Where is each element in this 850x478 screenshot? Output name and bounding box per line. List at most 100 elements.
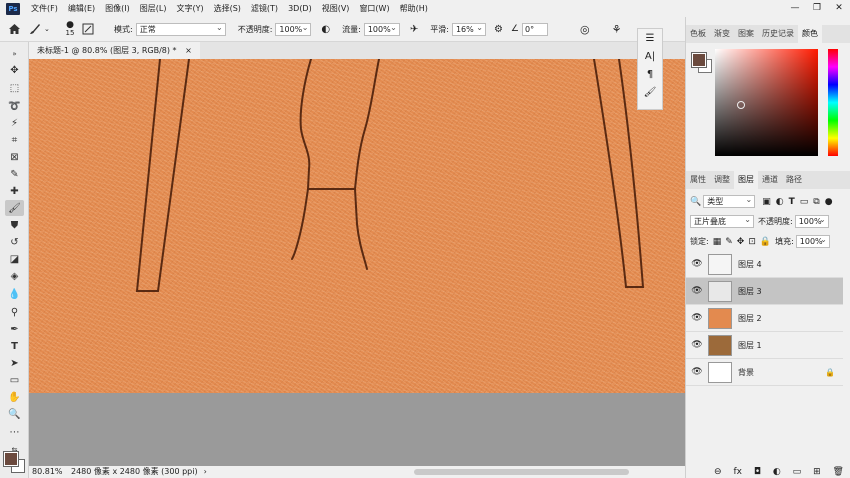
smoothing-gear-icon[interactable]: ⚙	[494, 24, 503, 35]
zoom-level[interactable]: 80.81%	[32, 466, 68, 478]
symmetry-icon[interactable]: ⚘	[612, 23, 622, 36]
visibility-eye-icon[interactable]: 👁	[686, 313, 708, 323]
tab-color[interactable]: 颜色	[798, 25, 822, 43]
clone-stamp-tool-icon[interactable]: ⛊	[5, 217, 24, 233]
new-layer-icon[interactable]: ⊞	[813, 467, 821, 477]
eraser-tool-icon[interactable]: ◪	[5, 251, 24, 267]
menu-file[interactable]: 文件(F)	[26, 0, 63, 17]
paint-bucket-tool-icon[interactable]: ◈	[5, 268, 24, 284]
tab-adjustments[interactable]: 调整	[710, 171, 734, 189]
home-icon[interactable]	[0, 23, 28, 35]
layer-row-2[interactable]: 👁 图层 2	[686, 305, 843, 332]
brush-size-picker[interactable]: ● 15	[58, 21, 82, 38]
hand-tool-icon[interactable]: ✋	[5, 389, 24, 405]
restore-button[interactable]: ❐	[806, 0, 828, 17]
lock-all-icon[interactable]: 🔒	[760, 237, 771, 247]
eyedropper-tool-icon[interactable]: ✎	[5, 166, 24, 182]
mode-dropdown[interactable]: 正常	[135, 22, 226, 36]
pen-tool-icon[interactable]: ✒	[5, 321, 24, 337]
layer-row-4[interactable]: 👁 图层 4	[686, 251, 843, 278]
zoom-tool-icon[interactable]: 🔍	[5, 406, 24, 422]
more-tools-icon[interactable]: ⋯	[5, 424, 24, 440]
brush-settings-panel-icon[interactable]: 🖌	[638, 83, 662, 101]
layer-row-3[interactable]: 👁 图层 3	[686, 278, 843, 305]
fill-dropdown[interactable]: 100%	[795, 234, 830, 248]
crop-tool-icon[interactable]: ⌗	[5, 132, 24, 148]
visibility-eye-icon[interactable]: 👁	[686, 340, 708, 350]
menu-select[interactable]: 选择(S)	[209, 0, 246, 17]
tab-properties[interactable]: 属性	[686, 171, 710, 189]
move-tool-icon[interactable]: ✥	[5, 62, 24, 78]
blend-mode-dropdown[interactable]: 正片叠底	[690, 214, 754, 228]
menu-type[interactable]: 文字(Y)	[171, 0, 208, 17]
dodge-tool-icon[interactable]: ⚲	[5, 304, 24, 320]
filter-shape-icon[interactable]: ▭	[800, 197, 809, 207]
link-layers-icon[interactable]: ⊖	[714, 467, 722, 477]
tab-layers[interactable]: 图层	[734, 171, 758, 189]
layer-row-1[interactable]: 👁 图层 1	[686, 332, 843, 359]
layer-style-icon[interactable]: fx	[733, 467, 742, 477]
marquee-tool-icon[interactable]: ⬚	[5, 80, 24, 96]
history-brush-tool-icon[interactable]: ↺	[5, 234, 24, 250]
flow-dropdown[interactable]: 100%	[363, 22, 400, 36]
filter-adjustment-icon[interactable]: ◐	[776, 197, 784, 207]
blur-tool-icon[interactable]: 💧	[5, 286, 24, 302]
character-panel-icon[interactable]: A|	[638, 47, 662, 65]
menu-layer[interactable]: 图层(L)	[135, 0, 172, 17]
menu-view[interactable]: 视图(V)	[317, 0, 355, 17]
saturation-brightness-field[interactable]	[715, 49, 818, 156]
close-window-button[interactable]: ✕	[828, 0, 850, 17]
document-tab-close-icon[interactable]: ×	[185, 46, 192, 55]
color-panel-foreground-swatch[interactable]	[691, 52, 707, 68]
path-selection-tool-icon[interactable]: ➤	[5, 355, 24, 371]
visibility-eye-icon[interactable]: 👁	[686, 286, 708, 296]
document-tab[interactable]: 未标题-1 @ 80.8% (图层 3, RGB/8) * ×	[29, 42, 200, 59]
hue-slider[interactable]	[828, 49, 838, 156]
tab-patterns[interactable]: 图案	[734, 25, 758, 43]
frame-tool-icon[interactable]: ⊠	[5, 149, 24, 165]
menu-image[interactable]: 图像(I)	[100, 0, 135, 17]
angle-input[interactable]: 0°	[521, 22, 548, 36]
brush-tool-preset-icon[interactable]: ⌄	[28, 22, 58, 36]
filter-pixel-icon[interactable]: ▣	[762, 197, 771, 207]
lock-image-icon[interactable]: ✎	[725, 237, 733, 247]
rectangle-tool-icon[interactable]: ▭	[5, 372, 24, 388]
layer-opacity-dropdown[interactable]: 100%	[794, 214, 829, 228]
pressure-size-icon[interactable]: ◎	[580, 23, 590, 36]
delete-layer-icon[interactable]: 🗑	[833, 467, 844, 477]
lock-transparent-icon[interactable]: ▦	[713, 237, 722, 247]
smooth-dropdown[interactable]: 16%	[451, 22, 486, 36]
filter-type-icon[interactable]: T	[789, 197, 795, 207]
menu-edit[interactable]: 编辑(E)	[63, 0, 100, 17]
brush-tool-icon[interactable]: 🖌	[5, 200, 24, 216]
canvas-area[interactable]	[29, 59, 685, 466]
filter-toggle-icon[interactable]: ●	[825, 197, 833, 207]
tab-paths[interactable]: 路径	[782, 171, 806, 189]
tab-channels[interactable]: 通道	[758, 171, 782, 189]
pressure-opacity-icon[interactable]: ◐	[321, 24, 330, 35]
type-tool-icon[interactable]: T	[5, 338, 24, 354]
adjust-sliders-icon[interactable]: ☰	[638, 29, 662, 47]
magic-wand-tool-icon[interactable]: ⚡	[5, 115, 24, 131]
opacity-dropdown[interactable]: 100%	[275, 22, 312, 36]
tab-history[interactable]: 历史记录	[758, 25, 798, 43]
color-picker-cursor[interactable]	[737, 101, 745, 109]
minimize-button[interactable]: —	[784, 0, 806, 17]
menu-help[interactable]: 帮助(H)	[395, 0, 433, 17]
menu-window[interactable]: 窗口(W)	[354, 0, 394, 17]
foreground-color-swatch[interactable]	[3, 451, 19, 467]
paragraph-panel-icon[interactable]: ¶	[638, 65, 662, 83]
menu-3d[interactable]: 3D(D)	[283, 0, 317, 17]
lock-artboard-icon[interactable]: ⊡	[748, 237, 756, 247]
tab-gradients[interactable]: 渐变	[710, 25, 734, 43]
menu-filter[interactable]: 滤镜(T)	[246, 0, 283, 17]
toolbox-collapse-icon[interactable]: »	[5, 46, 24, 62]
filter-smart-object-icon[interactable]: ⧉	[813, 197, 819, 207]
visibility-eye-icon[interactable]: 👁	[686, 259, 708, 269]
layer-row-background[interactable]: 👁 背景 🔒	[686, 359, 843, 386]
new-adjustment-icon[interactable]: ◐	[773, 467, 781, 477]
airbrush-icon[interactable]: ✈	[410, 24, 418, 35]
brush-settings-icon[interactable]	[82, 23, 106, 35]
add-mask-icon[interactable]: ◘	[754, 467, 761, 477]
layer-filter-dropdown[interactable]: 类型	[703, 194, 756, 208]
